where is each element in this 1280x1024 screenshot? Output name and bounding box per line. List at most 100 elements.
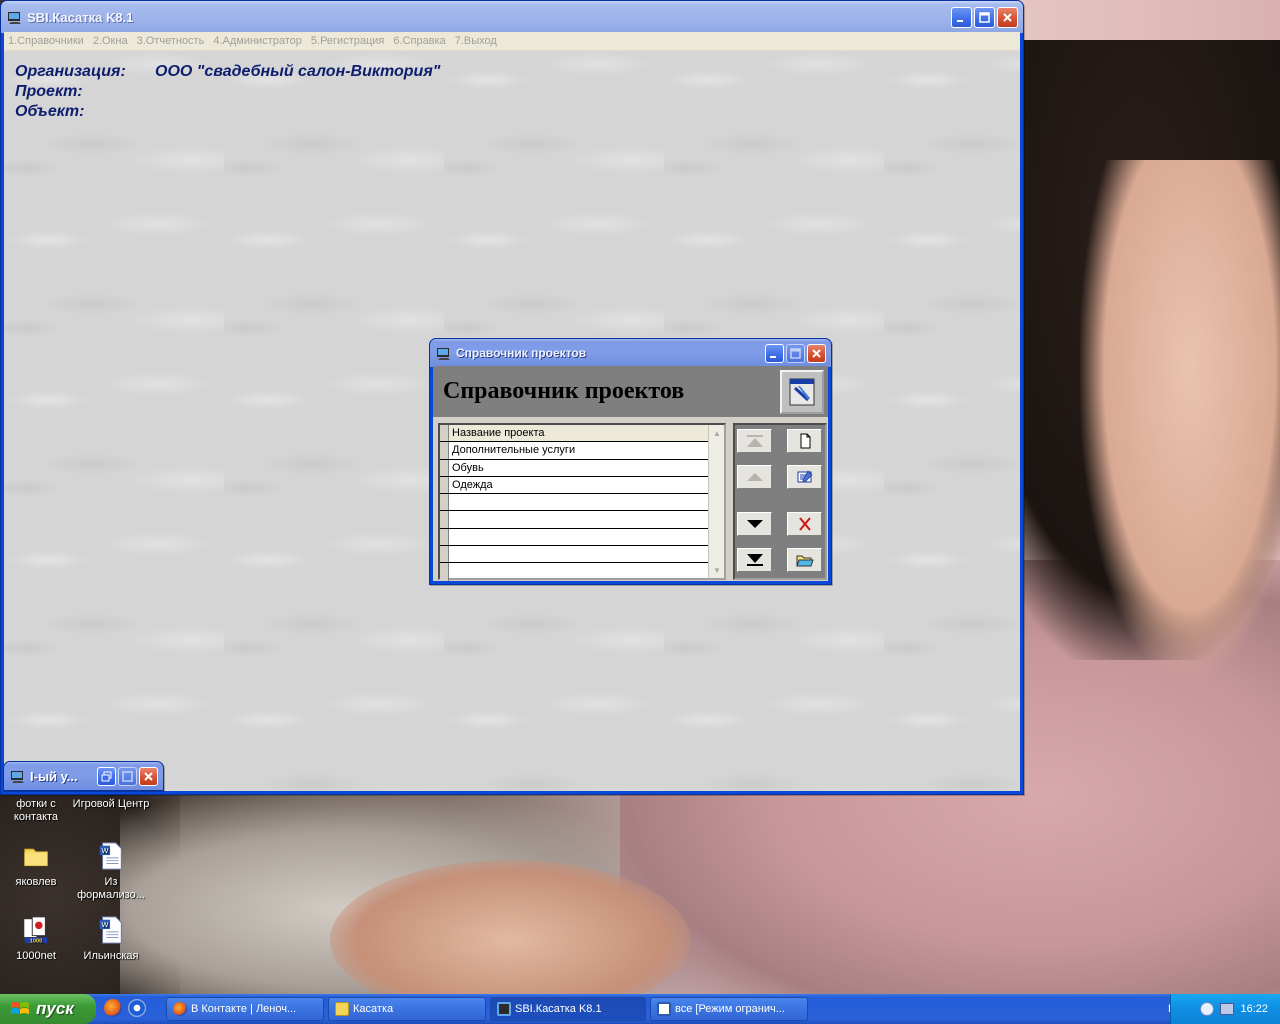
- next-record-icon: [746, 520, 763, 528]
- table-cell[interactable]: [449, 529, 452, 545]
- dialog-header: Справочник проектов: [433, 366, 828, 419]
- desktop-icon-ilinskaya[interactable]: W Ильинская: [72, 914, 150, 963]
- start-label: пуск: [36, 999, 74, 1018]
- desktop-icon-photos[interactable]: фотки с контакта: [0, 798, 75, 824]
- dialog-minimize-button[interactable]: [765, 343, 784, 363]
- taskbar-item-vkontakte[interactable]: В Контакте | Леноч...: [166, 997, 324, 1021]
- record-toolbar: [733, 423, 827, 580]
- row-selector[interactable]: [440, 442, 449, 459]
- last-record-button[interactable]: [737, 548, 772, 572]
- row-selector[interactable]: [440, 494, 449, 511]
- new-record-button[interactable]: [787, 429, 822, 453]
- scroll-down-icon[interactable]: ▼: [709, 562, 725, 578]
- cards-icon: 1000: [20, 914, 52, 946]
- row-selector[interactable]: [440, 459, 449, 476]
- taskbar-item-kasatka-folder[interactable]: Касатка: [328, 997, 486, 1021]
- table-row[interactable]: [440, 563, 724, 581]
- close-icon: [812, 348, 821, 358]
- menu-item-registration[interactable]: 5.Регистрация: [311, 35, 384, 47]
- start-button[interactable]: пуск: [0, 994, 96, 1024]
- previous-record-button[interactable]: [737, 465, 772, 489]
- object-label: Объект:: [15, 103, 85, 120]
- table-row[interactable]: [440, 494, 724, 512]
- task-label: SBI.Касатка K8.1: [515, 1003, 602, 1015]
- menu-item-admin[interactable]: 4.Администратор: [213, 35, 302, 47]
- table-row[interactable]: Одежда: [440, 476, 724, 495]
- table-row[interactable]: [440, 528, 724, 547]
- quick-launch: [104, 999, 146, 1017]
- menu-item-reports[interactable]: 3.Отчетность: [137, 35, 205, 47]
- desktop-icon-label: 1000net: [16, 950, 56, 962]
- tray-expand-icon[interactable]: [1200, 1002, 1215, 1016]
- minimized-child-window[interactable]: I-ый у...: [3, 761, 164, 791]
- table-cell[interactable]: [449, 563, 452, 580]
- desktop-icon-word-doc[interactable]: W Из формализо...: [72, 840, 150, 902]
- previous-record-icon: [746, 473, 763, 481]
- maximize-icon: [122, 770, 133, 782]
- edit-record-button[interactable]: [787, 465, 822, 489]
- first-record-button[interactable]: [737, 429, 772, 453]
- minimized-window-titlebar[interactable]: I-ый у...: [4, 762, 163, 790]
- menu-bar: 1.Справочники 2.Окна 3.Отчетность 4.Адми…: [4, 32, 1020, 51]
- menu-item-exit[interactable]: 7.Выход: [455, 35, 497, 47]
- delete-record-button[interactable]: [787, 512, 822, 536]
- app-icon: [437, 348, 450, 360]
- task-label: В Контакте | Леноч...: [191, 1003, 297, 1015]
- dialog-title: Справочник проектов: [456, 346, 587, 360]
- table-cell[interactable]: [449, 546, 452, 562]
- taskbar-item-sbi-kasatka[interactable]: SBI.Касатка K8.1: [490, 997, 646, 1021]
- scroll-up-icon[interactable]: ▲: [709, 425, 725, 441]
- close-icon: [1003, 12, 1012, 22]
- desktop-icon-label: яковлев: [15, 876, 57, 888]
- close-button[interactable]: [139, 766, 158, 786]
- grid-header-row: Название проекта: [440, 425, 724, 443]
- table-cell[interactable]: [449, 511, 452, 527]
- svg-text:W: W: [101, 920, 109, 929]
- menu-item-help[interactable]: 6.Справка: [393, 35, 445, 47]
- row-selector[interactable]: [440, 476, 449, 494]
- column-header-project-name[interactable]: Название проекта: [449, 425, 545, 441]
- menu-item-windows[interactable]: 2.Окна: [93, 35, 128, 47]
- network-icon[interactable]: [1220, 1003, 1235, 1015]
- table-cell[interactable]: Одежда: [449, 477, 493, 493]
- menu-item-directories[interactable]: 1.Справочники: [8, 35, 84, 47]
- row-selector[interactable]: [440, 528, 449, 546]
- org-value: ООО "свадебный салон-Виктория": [155, 63, 441, 80]
- taskbar-item-word-doc[interactable]: все [Режим огранич...: [650, 997, 808, 1021]
- clock[interactable]: 16:22: [1240, 1003, 1268, 1015]
- open-record-button[interactable]: [787, 548, 822, 572]
- svg-text:W: W: [101, 846, 109, 855]
- restore-button[interactable]: [97, 766, 116, 786]
- restore-icon: [101, 771, 112, 781]
- minimize-button[interactable]: [951, 6, 972, 28]
- table-row[interactable]: [440, 511, 724, 529]
- word-document-icon: W: [95, 840, 127, 872]
- media-player-icon[interactable]: [128, 999, 146, 1017]
- table-cell[interactable]: [449, 494, 452, 510]
- maximize-button[interactable]: [974, 6, 995, 28]
- maximize-icon: [790, 347, 801, 359]
- table-cell[interactable]: Обувь: [449, 460, 484, 476]
- desktop-icon-1000net[interactable]: 1000 1000net: [0, 914, 75, 963]
- row-selector[interactable]: [440, 511, 449, 528]
- dialog-titlebar[interactable]: Справочник проектов: [430, 339, 831, 367]
- main-window-titlebar[interactable]: SBI.Касатка K8.1: [1, 1, 1023, 33]
- maximize-icon: [979, 11, 990, 23]
- table-row[interactable]: Обувь: [440, 459, 724, 477]
- app-icon: [8, 12, 21, 24]
- grid-scrollbar[interactable]: ▲ ▼: [708, 425, 724, 578]
- table-row[interactable]: [440, 546, 724, 564]
- firefox-icon[interactable]: [104, 999, 122, 1017]
- system-tray: 16:22: [1170, 994, 1280, 1024]
- row-selector[interactable]: [440, 546, 449, 563]
- desktop-icon-game-center[interactable]: Игровой Центр: [72, 798, 150, 811]
- row-selector[interactable]: [440, 563, 449, 581]
- table-row[interactable]: Дополнительные услуги: [440, 442, 724, 460]
- table-cell[interactable]: Дополнительные услуги: [449, 442, 575, 458]
- next-record-button[interactable]: [737, 512, 772, 536]
- close-button[interactable]: [997, 6, 1018, 28]
- dialog-close-button[interactable]: [807, 343, 826, 363]
- word-document-icon: W: [95, 914, 127, 946]
- desktop-icon-yakovlev[interactable]: яковлев: [0, 840, 75, 889]
- close-form-button[interactable]: [780, 369, 824, 414]
